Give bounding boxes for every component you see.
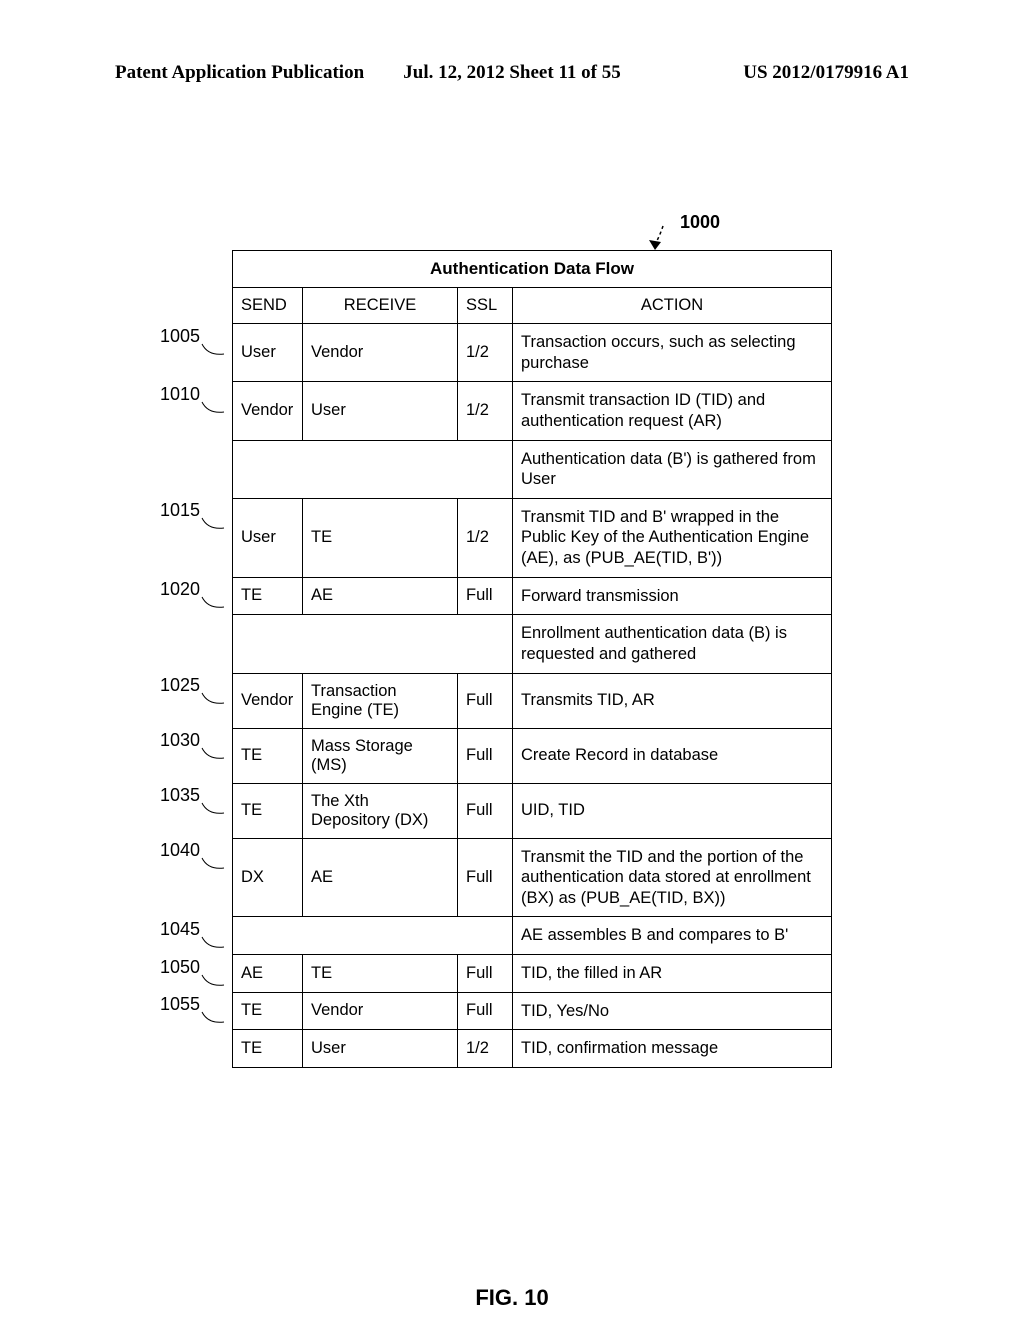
send-cell: User [233, 498, 303, 577]
merged-blank-cell [233, 615, 513, 673]
row-callout: 1050 [160, 957, 200, 978]
callout-curve-icon [200, 935, 228, 953]
callout-curve-icon [200, 400, 228, 418]
row-callout: 1010 [160, 384, 200, 405]
table-title: Authentication Data Flow [233, 251, 832, 288]
action-cell: TID, the filled in AR [513, 955, 832, 993]
ssl-cell: 1/2 [458, 324, 513, 382]
table-row: DXAEFullTransmit the TID and the portion… [233, 838, 832, 917]
send-cell: TE [233, 577, 303, 615]
receive-cell: TE [303, 955, 458, 993]
send-cell: AE [233, 955, 303, 993]
action-cell: UID, TID [513, 783, 832, 838]
action-cell: Create Record in database [513, 728, 832, 783]
action-cell: Enrollment authentication data (B) is re… [513, 615, 832, 673]
ssl-cell: Full [458, 783, 513, 838]
ssl-cell: Full [458, 992, 513, 1030]
figure-caption: FIG. 10 [475, 1285, 548, 1311]
ssl-cell: 1/2 [458, 498, 513, 577]
action-cell: Transaction occurs, such as selecting pu… [513, 324, 832, 382]
row-callout: 1015 [160, 500, 200, 521]
callout-curve-icon [200, 342, 228, 360]
merged-blank-cell [233, 440, 513, 498]
figure-ref-number: 1000 [680, 212, 720, 233]
row-callout: 1030 [160, 730, 200, 751]
ssl-cell: 1/2 [458, 1030, 513, 1068]
action-cell: Transmits TID, AR [513, 673, 832, 728]
header-right: US 2012/0179916 A1 [743, 62, 909, 84]
table-row: TEUser1/2TID, confirmation message [233, 1030, 832, 1068]
action-cell: TID, confirmation message [513, 1030, 832, 1068]
send-cell: TE [233, 783, 303, 838]
table-row: Authentication data (B') is gathered fro… [233, 440, 832, 498]
receive-cell: User [303, 1030, 458, 1068]
callout-curve-icon [200, 595, 228, 613]
callout-curve-icon [200, 856, 228, 874]
row-callout: 1035 [160, 785, 200, 806]
ssl-cell: Full [458, 955, 513, 993]
table-row: UserVendor1/2Transaction occurs, such as… [233, 324, 832, 382]
send-cell: TE [233, 1030, 303, 1068]
callout-curve-icon [200, 516, 228, 534]
receive-cell: AE [303, 577, 458, 615]
action-cell: Authentication data (B') is gathered fro… [513, 440, 832, 498]
ssl-cell: Full [458, 577, 513, 615]
callout-curve-icon [200, 801, 228, 819]
receive-cell: Transaction Engine (TE) [303, 673, 458, 728]
action-cell: TID, Yes/No [513, 992, 832, 1030]
col-header-send: SEND [233, 288, 303, 324]
receive-cell: The Xth Depository (DX) [303, 783, 458, 838]
row-callout: 1005 [160, 326, 200, 347]
ssl-cell: Full [458, 838, 513, 917]
send-cell: User [233, 324, 303, 382]
action-cell: Transmit TID and B' wrapped in the Publi… [513, 498, 832, 577]
col-header-receive: RECEIVE [303, 288, 458, 324]
send-cell: TE [233, 992, 303, 1030]
row-callout: 1020 [160, 579, 200, 600]
action-cell: Forward transmission [513, 577, 832, 615]
receive-cell: User [303, 382, 458, 440]
callout-curve-icon [200, 691, 228, 709]
row-callout: 1025 [160, 675, 200, 696]
row-callout: 1045 [160, 919, 200, 940]
header-center: Jul. 12, 2012 Sheet 11 of 55 [403, 62, 620, 84]
table-row: AE assembles B and compares to B' [233, 917, 832, 955]
table-row: VendorTransaction Engine (TE)FullTransmi… [233, 673, 832, 728]
table-row: TEMass Storage (MS)FullCreate Record in … [233, 728, 832, 783]
col-header-action: ACTION [513, 288, 832, 324]
action-cell: AE assembles B and compares to B' [513, 917, 832, 955]
table-row: UserTE1/2Transmit TID and B' wrapped in … [233, 498, 832, 577]
ssl-cell: 1/2 [458, 382, 513, 440]
receive-cell: Vendor [303, 992, 458, 1030]
table-row: VendorUser1/2Transmit transaction ID (TI… [233, 382, 832, 440]
arrow-icon [615, 220, 675, 254]
auth-flow-table: Authentication Data Flow SEND RECEIVE SS… [232, 250, 832, 1068]
receive-cell: TE [303, 498, 458, 577]
row-callout: 1040 [160, 840, 200, 861]
send-cell: TE [233, 728, 303, 783]
callout-curve-icon [200, 1010, 228, 1028]
table-row: AETEFullTID, the filled in AR [233, 955, 832, 993]
send-cell: Vendor [233, 673, 303, 728]
table-row: TEVendorFullTID, Yes/No [233, 992, 832, 1030]
callout-curve-icon [200, 746, 228, 764]
send-cell: Vendor [233, 382, 303, 440]
action-cell: Transmit transaction ID (TID) and authen… [513, 382, 832, 440]
send-cell: DX [233, 838, 303, 917]
ssl-cell: Full [458, 728, 513, 783]
table-row: TEThe Xth Depository (DX)FullUID, TID [233, 783, 832, 838]
receive-cell: AE [303, 838, 458, 917]
row-callout: 1055 [160, 994, 200, 1015]
receive-cell: Mass Storage (MS) [303, 728, 458, 783]
header-left: Patent Application Publication [115, 62, 364, 84]
receive-cell: Vendor [303, 324, 458, 382]
table-row: TEAEFullForward transmission [233, 577, 832, 615]
col-header-ssl: SSL [458, 288, 513, 324]
table-row: Enrollment authentication data (B) is re… [233, 615, 832, 673]
callout-curve-icon [200, 973, 228, 991]
ssl-cell: Full [458, 673, 513, 728]
merged-blank-cell [233, 917, 513, 955]
action-cell: Transmit the TID and the portion of the … [513, 838, 832, 917]
